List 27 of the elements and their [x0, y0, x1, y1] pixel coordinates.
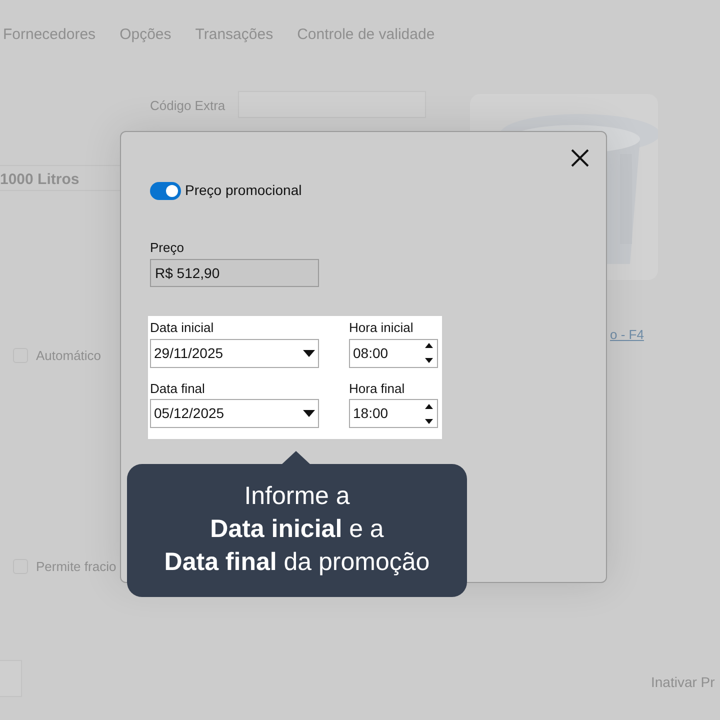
checkbox-label: Automático [36, 347, 102, 365]
checkbox-label: Permite fracio [36, 558, 116, 576]
time-field[interactable]: 18:00 [349, 399, 438, 428]
time-field[interactable]: 08:00 [349, 338, 438, 368]
deactivate-button[interactable]: Inativar Pr [651, 672, 715, 693]
caret-icon [303, 350, 315, 356]
field-label: Hora final [349, 380, 406, 398]
field-label: Hora inicial [349, 319, 414, 337]
field-label: Data final [150, 380, 206, 398]
close-icon [571, 149, 589, 167]
toggle-label: Preço promocional [185, 181, 302, 200]
tab[interactable]: Controle de validade [297, 24, 435, 50]
price-field[interactable]: R$ 512,90 [150, 259, 319, 287]
field-label: Código Extra [150, 97, 226, 115]
date-dropdown[interactable]: 05/12/2025 [150, 399, 319, 428]
caret-icon [303, 410, 315, 417]
tab[interactable]: Opções [120, 24, 172, 50]
link[interactable]: o - F4 [610, 325, 644, 344]
spinner-icon [424, 342, 434, 364]
toggle-switch[interactable] [150, 182, 181, 200]
tab[interactable]: Fornecedores [3, 24, 96, 50]
field-label: Data inicial [150, 319, 215, 337]
spinner-icon [424, 402, 434, 424]
tab[interactable]: Transações [195, 24, 274, 50]
date-dropdown[interactable]: 29/11/2025 [150, 338, 319, 368]
tooltip-text: Informe a Data inicial e a Data final da promoção [127, 464, 467, 597]
field-label: Preço [150, 239, 184, 257]
